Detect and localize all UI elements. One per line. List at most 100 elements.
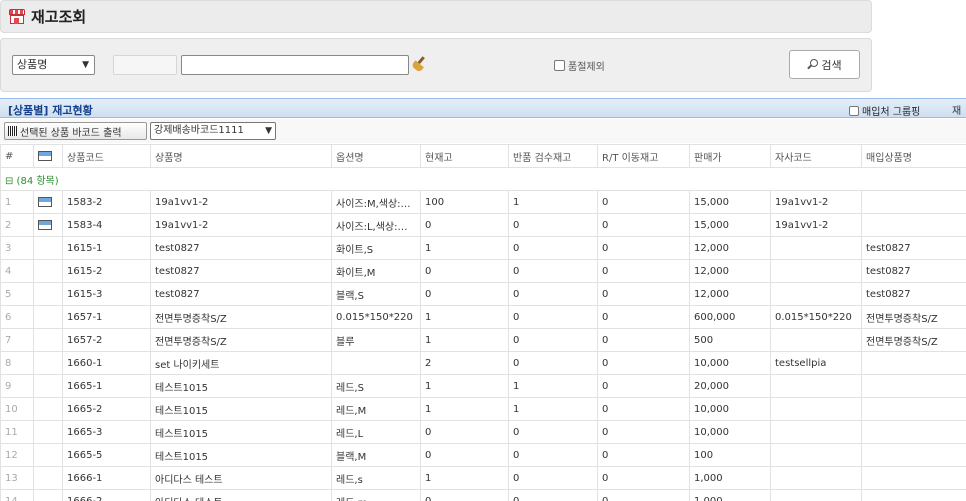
own-code: testsellpia (770, 351, 862, 375)
buy-product-name (861, 466, 966, 490)
product-code: 1657-1 (62, 305, 151, 329)
own-code (770, 236, 862, 260)
product-code: 1615-1 (62, 236, 151, 260)
option-name: 화이트,M (331, 259, 421, 283)
exclude-soldout-option[interactable]: 품절제외 (554, 58, 605, 73)
product-name: 아디다스 테스트 (150, 489, 332, 501)
table-row[interactable]: 8 1660-1 set 나이키세트 2 0 0 10,000 testsellpia (0, 351, 966, 375)
table-row[interactable]: 12 1665-5 테스트1015 블랙,M 0 0 0 100 (0, 443, 966, 467)
exclude-soldout-checkbox[interactable] (554, 60, 565, 71)
return-stock: 0 (508, 420, 598, 444)
current-stock: 100 (420, 190, 509, 214)
buy-product-name (861, 397, 966, 421)
row-index: 3 (0, 236, 34, 260)
table-row[interactable]: 5 1615-3 test0827 블랙,S 0 0 0 12,000 test0827 (0, 282, 966, 306)
col-header-buy-name[interactable]: 매입상품명 (861, 144, 966, 168)
table-row[interactable]: 1 1583-2 19a1vv1-2 사이즈:M,색상:… 100 1 0 15,000 19a… (0, 190, 966, 214)
image-icon[interactable] (38, 196, 52, 207)
own-code (770, 259, 862, 283)
table-row[interactable]: 4 1615-2 test0827 화이트,M 0 0 0 12,000 test0827 (0, 259, 966, 283)
table-row[interactable]: 141666-2아디다스 테스트레드,m0001,000 (0, 489, 966, 501)
group-by-supplier-option[interactable]: 매입처 그룹핑 (849, 103, 920, 118)
return-stock: 0 (508, 351, 598, 375)
return-stock: 1 (508, 397, 598, 421)
return-stock: 0 (508, 328, 598, 352)
buy-product-name: 전면투명증착S/Z (861, 328, 966, 352)
barcode-icon (8, 126, 18, 136)
product-code: 1666-2 (62, 489, 151, 501)
broom-icon[interactable] (411, 56, 428, 73)
col-header-image[interactable] (33, 144, 63, 168)
product-name: test0827 (150, 259, 332, 283)
return-stock: 0 (508, 305, 598, 329)
title-bar: 재고조회 (0, 0, 872, 33)
barcode-type-value: 강제배송바코드1111 (154, 125, 244, 136)
table-row[interactable]: 6 1657-1 전면투명증착S/Z 0.015*150*220 1 0 0 600,000 0… (0, 305, 966, 329)
col-header-stock[interactable]: 현재고 (420, 144, 509, 168)
row-image (33, 190, 63, 214)
current-stock: 2 (420, 351, 509, 375)
image-icon[interactable] (38, 219, 52, 230)
grid-toolbar: 선택된 상품 바코드 출력 강제배송바코드1111 ▼ (0, 119, 966, 143)
product-name: 19a1vv1-2 (150, 190, 332, 214)
product-code: 1583-4 (62, 213, 151, 237)
table-row[interactable]: 10 1665-2 테스트1015 레드,M 1 1 0 10,000 (0, 397, 966, 421)
table-row[interactable]: 7 1657-2 전면투명증착S/Z 블루 1 0 0 500 전면투명증착S/Z (0, 328, 966, 352)
sale-price: 10,000 (689, 397, 771, 421)
table-row[interactable]: 9 1665-1 테스트1015 레드,S 1 1 0 20,000 (0, 374, 966, 398)
col-header-rt-stock[interactable]: R/T 이동재고 (597, 144, 690, 168)
col-header-index[interactable]: # (0, 144, 34, 168)
sale-price: 600,000 (689, 305, 771, 329)
row-index: 12 (0, 443, 34, 467)
buy-product-name (861, 489, 966, 501)
current-stock: 1 (420, 397, 509, 421)
own-code: 19a1vv1-2 (770, 213, 862, 237)
group-row[interactable]: ⊟ (84 항목) (0, 167, 966, 191)
own-code (770, 466, 862, 490)
option-name: 사이즈:L,색상:… (331, 213, 421, 237)
group-by-supplier-checkbox[interactable] (849, 105, 859, 116)
row-image (33, 420, 63, 444)
table-row[interactable]: 13 1666-1 아디다스 테스트 레드,s 1 0 0 1,000 (0, 466, 966, 490)
search-input[interactable] (181, 55, 409, 75)
row-image (33, 489, 63, 501)
image-icon (38, 150, 52, 161)
own-code (770, 420, 862, 444)
inventory-table: # 상품코드 상품명 옵션명 현재고 반품 검수재고 R/T 이동재고 판매가 … (0, 144, 966, 501)
table-row[interactable]: 11 1665-3 테스트1015 레드,L 0 0 0 10,000 (0, 420, 966, 444)
current-stock: 1 (420, 374, 509, 398)
rt-stock: 0 (597, 213, 690, 237)
return-stock: 1 (508, 374, 598, 398)
return-stock: 0 (508, 259, 598, 283)
product-name: 19a1vv1-2 (150, 213, 332, 237)
search-field-select[interactable]: 상품명 ▼ (12, 55, 95, 75)
group-label[interactable]: ⊟ (84 항목) (0, 167, 966, 191)
search-button[interactable]: 검색 (789, 50, 860, 79)
product-code: 1657-2 (62, 328, 151, 352)
col-header-option[interactable]: 옵션명 (331, 144, 421, 168)
col-header-product-code[interactable]: 상품코드 (62, 144, 151, 168)
col-header-price[interactable]: 판매가 (689, 144, 771, 168)
product-code: 1665-5 (62, 443, 151, 467)
rt-stock: 0 (597, 236, 690, 260)
col-header-own-code[interactable]: 자사코드 (770, 144, 862, 168)
table-row[interactable]: 2 1583-4 19a1vv1-2 사이즈:L,색상:… 0 0 0 15,000 19a1v… (0, 213, 966, 237)
buy-product-name: test0827 (861, 259, 966, 283)
table-row[interactable]: 3 1615-1 test0827 화이트,S 1 0 0 12,000 test0827 (0, 236, 966, 260)
row-image (33, 236, 63, 260)
row-image (33, 305, 63, 329)
option-name: 레드,M (331, 397, 421, 421)
product-code: 1665-1 (62, 374, 151, 398)
return-stock: 0 (508, 236, 598, 260)
own-code: 0.015*150*220 (770, 305, 862, 329)
sale-price: 500 (689, 328, 771, 352)
col-header-product-name[interactable]: 상품명 (150, 144, 332, 168)
group-by-supplier-label: 매입처 그룹핑 (862, 107, 921, 118)
barcode-type-select[interactable]: 강제배송바코드1111 ▼ (150, 122, 276, 140)
col-header-return-stock[interactable]: 반품 검수재고 (508, 144, 598, 168)
buy-product-name: test0827 (861, 236, 966, 260)
row-image (33, 328, 63, 352)
rt-stock: 0 (597, 351, 690, 375)
print-barcode-button[interactable]: 선택된 상품 바코드 출력 (4, 122, 147, 140)
row-index: 11 (0, 420, 34, 444)
